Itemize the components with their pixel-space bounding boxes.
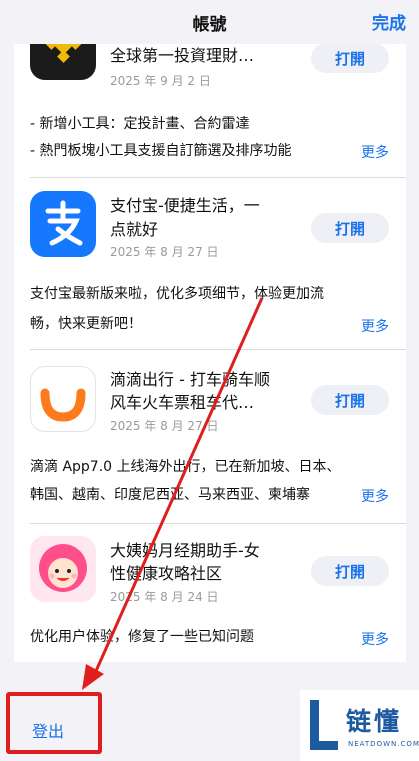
watermark-url: NEATDOWN.COM <box>348 740 419 748</box>
didi-icon[interactable] <box>30 366 96 432</box>
watermark-text: 链懂 <box>346 707 403 736</box>
alipay-icon[interactable] <box>30 191 96 257</box>
release-note-line: - 新增小工具：定投計畫、合約雷達 <box>30 116 250 132</box>
update-date: 2025 年 8 月 24 日 <box>110 590 219 604</box>
update-date: 2025 年 9 月 2 日 <box>110 74 211 88</box>
dayima-icon[interactable] <box>30 536 96 602</box>
nav-header: 帳號 完成 <box>0 0 419 44</box>
divider <box>30 177 406 178</box>
release-note-line: 滴滴 App7.0 上线海外出行，已在新加坡、日本、 <box>30 459 341 475</box>
open-button[interactable]: 打開 <box>311 43 389 73</box>
app-name: 滴滴出行 - 打车骑车顺 <box>110 370 270 389</box>
release-note-line: 韩国、越南、印度尼西亚、马来西亚、柬埔寨 <box>30 487 310 503</box>
open-button[interactable]: 打開 <box>311 556 389 586</box>
watermark: 链懂 NEATDOWN.COM <box>300 690 419 761</box>
release-note-line: 畅，快来更新吧！ <box>30 316 142 332</box>
app-name: 大姨妈月经期助手-女 <box>110 541 260 560</box>
highlight-box <box>6 692 102 754</box>
open-button[interactable]: 打開 <box>311 385 389 415</box>
app-name: 支付宝-便捷生活，一 <box>110 196 260 215</box>
more-link[interactable]: 更多 <box>355 486 389 506</box>
updates-list: 全球第一投資理財… 2025 年 9 月 2 日 打開 - 新增小工具：定投計畫… <box>14 36 406 662</box>
divider <box>30 349 406 350</box>
done-button[interactable]: 完成 <box>372 9 406 34</box>
watermark-logo-icon <box>310 700 338 750</box>
release-note-line: - 熱門板塊小工具支援自訂篩選及排序功能 <box>30 143 292 159</box>
app-name-line2: 风车火车票租车代… <box>110 393 255 412</box>
open-button[interactable]: 打開 <box>311 213 389 243</box>
app-name-line2: 点就好 <box>110 220 159 239</box>
app-name-line2: 性健康攻略社区 <box>110 564 223 583</box>
app-name: 全球第一投資理財… <box>110 46 255 65</box>
update-date: 2025 年 8 月 27 日 <box>110 245 219 259</box>
divider <box>30 523 406 524</box>
release-note-line: 优化用户体验，修复了一些已知问题 <box>30 629 254 645</box>
more-link[interactable]: 更多 <box>355 629 389 649</box>
update-date: 2025 年 8 月 27 日 <box>110 419 219 433</box>
more-link[interactable]: 更多 <box>355 316 389 336</box>
page-title: 帳號 <box>192 14 227 35</box>
more-link[interactable]: 更多 <box>355 142 389 162</box>
release-note-line: 支付宝最新版来啦，优化多项细节，体验更加流 <box>30 286 324 302</box>
